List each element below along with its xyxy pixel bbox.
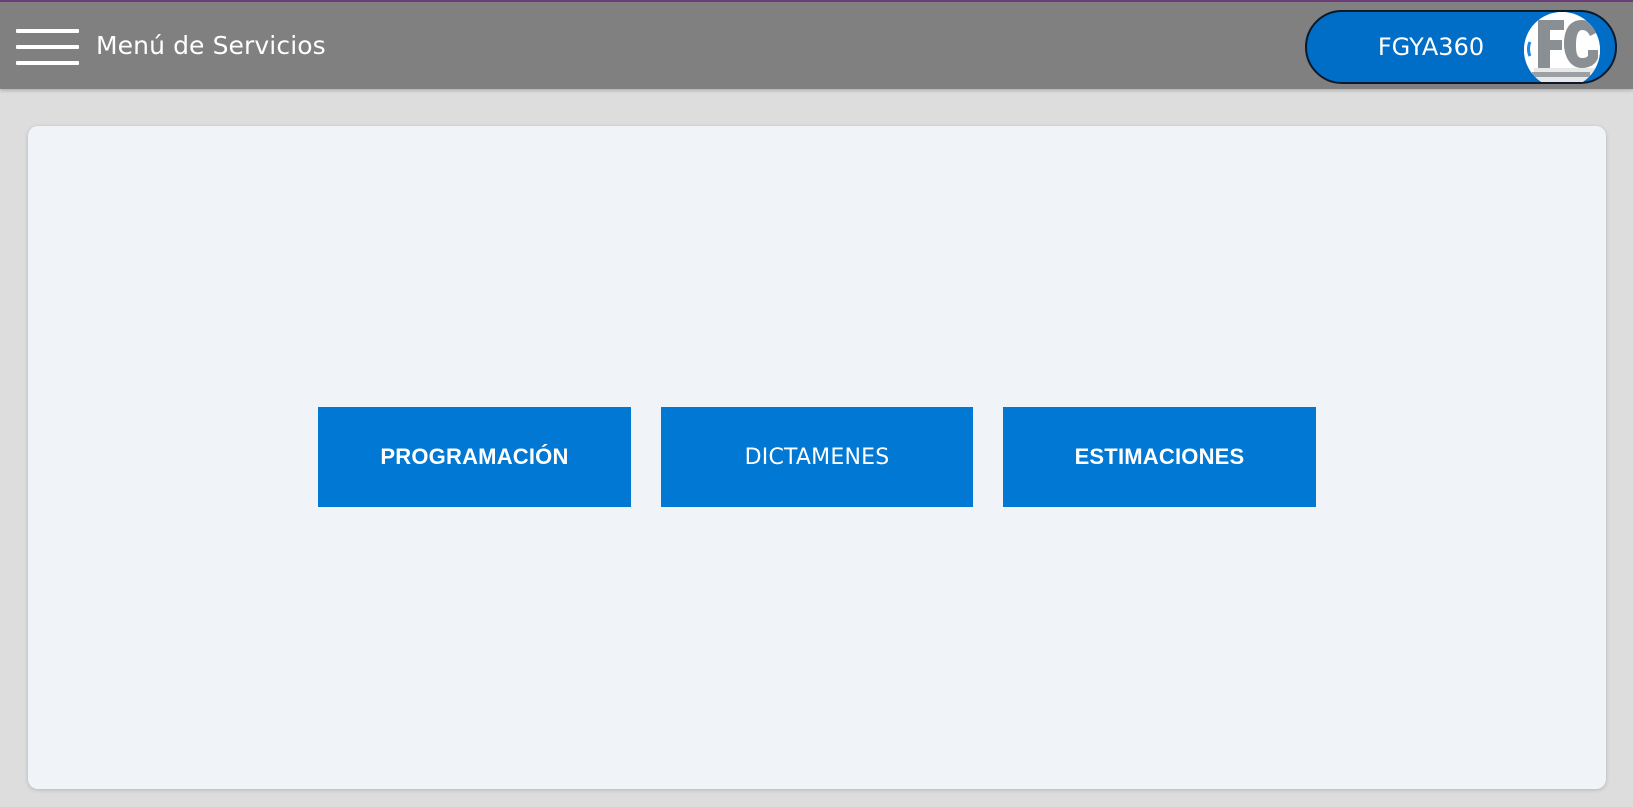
company-logo-avatar-icon [1524, 12, 1600, 82]
hamburger-line [16, 29, 79, 33]
page-title: Menú de Servicios [96, 31, 326, 60]
user-account-button[interactable]: FGYA360 [1305, 10, 1617, 84]
top-header-bar: Menú de Servicios FGYA360 [0, 2, 1633, 89]
estimaciones-button[interactable]: ESTIMACIONES [1003, 407, 1316, 507]
dictamenes-button[interactable]: DICTAMENES [661, 407, 973, 507]
hamburger-line [16, 45, 79, 49]
user-name-label: FGYA360 [1377, 33, 1485, 61]
hamburger-menu-icon[interactable] [16, 29, 79, 66]
logo-icon [1524, 12, 1600, 82]
programacion-button[interactable]: PROGRAMACIÓN [318, 407, 631, 507]
hamburger-line [16, 61, 79, 65]
